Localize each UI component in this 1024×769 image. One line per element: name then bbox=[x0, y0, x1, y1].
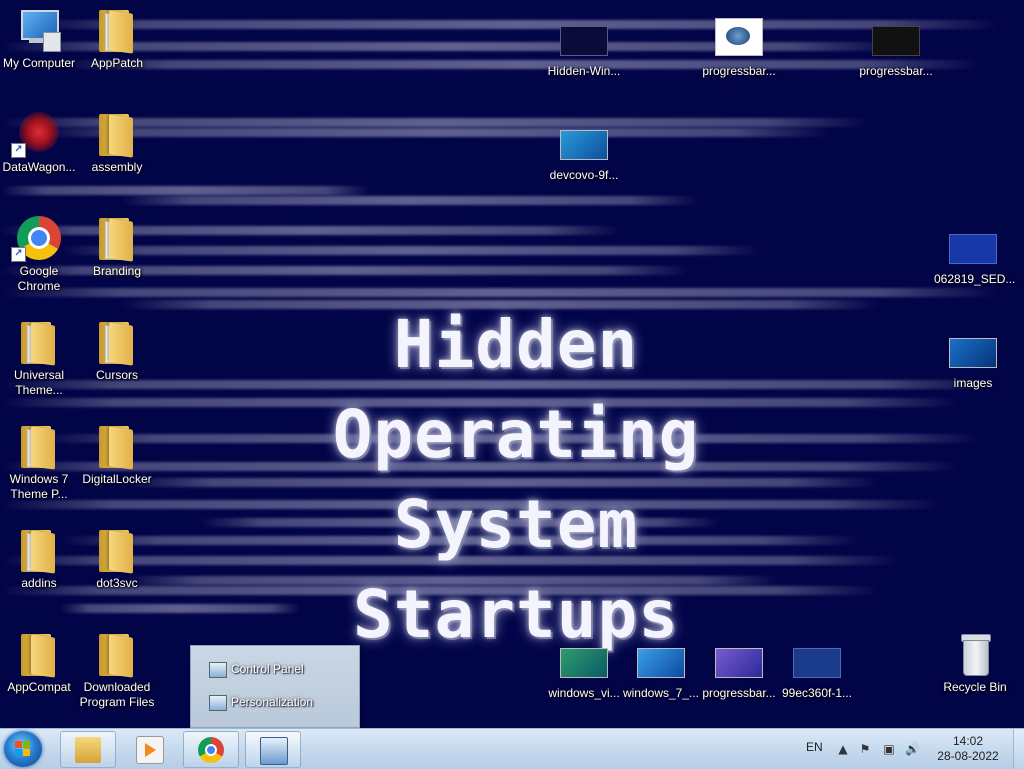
desktop-icon-progressbar-2[interactable]: progressbar... bbox=[857, 14, 935, 79]
taskbar-control-panel-button[interactable] bbox=[245, 731, 301, 768]
image-thumbnail-icon bbox=[949, 326, 997, 374]
image-thumbnail-icon bbox=[715, 636, 763, 684]
wallpaper-title-line1: Hidden Operating bbox=[332, 306, 700, 473]
desktop-icon-windows-7[interactable]: windows_7_... bbox=[622, 636, 700, 701]
computer-icon bbox=[15, 6, 63, 54]
control-panel-icon bbox=[209, 662, 227, 678]
desktop-icon-windows-7-theme[interactable]: Windows 7 Theme P... bbox=[0, 422, 78, 502]
desktop-icon-progressbar-1[interactable]: progressbar... bbox=[700, 14, 778, 79]
folder-icon bbox=[93, 422, 141, 470]
desktop-icon-digitallocker[interactable]: DigitalLocker bbox=[78, 422, 156, 487]
folder-icon bbox=[15, 630, 63, 678]
desktop: Hidden Operating System Startups My Comp… bbox=[0, 0, 1024, 728]
folder-icon bbox=[93, 6, 141, 54]
wallpaper-streak bbox=[60, 60, 980, 69]
personalization-icon bbox=[209, 695, 227, 711]
folder-icon bbox=[15, 422, 63, 470]
wallpaper-title: Hidden Operating System Startups bbox=[226, 300, 806, 660]
shortcut-arrow-icon: ↗ bbox=[11, 247, 26, 262]
folder-icon bbox=[93, 526, 141, 574]
system-clock[interactable]: 14:02 28-08-2022 bbox=[925, 734, 1011, 764]
folder-icon bbox=[15, 318, 63, 366]
desktop-icon-universal-theme[interactable]: Universal Theme... bbox=[0, 318, 78, 398]
taskbar: EN ▲ ⚑ ▣ 🔊 14:02 28-08-2022 bbox=[0, 728, 1024, 769]
desktop-icon-assembly[interactable]: assembly bbox=[78, 110, 156, 175]
chrome-icon: ↗ bbox=[11, 214, 63, 262]
wallpaper-streak bbox=[0, 186, 370, 195]
image-thumbnail-icon bbox=[715, 14, 763, 62]
popup-item-control-panel[interactable]: Control Panel bbox=[201, 660, 351, 680]
shortcut-arrow-icon: ↗ bbox=[11, 143, 26, 158]
image-thumbnail-icon bbox=[949, 222, 997, 270]
recycle-bin-icon bbox=[951, 630, 999, 678]
desktop-icon-google-chrome[interactable]: ↗ Google Chrome bbox=[0, 214, 78, 294]
folder-icon bbox=[93, 110, 141, 158]
image-thumbnail-icon bbox=[872, 14, 920, 62]
folder-icon bbox=[93, 214, 141, 262]
desktop-icon-branding[interactable]: Branding bbox=[78, 214, 156, 279]
image-thumbnail-icon bbox=[793, 636, 841, 684]
wallpaper-streak bbox=[30, 20, 1000, 29]
clock-date: 28-08-2022 bbox=[937, 749, 999, 763]
taskbar-media-player-button[interactable] bbox=[122, 731, 176, 766]
desktop-icon-progressbar-3[interactable]: progressbar... bbox=[700, 636, 778, 701]
desktop-icon-99ec360f[interactable]: 99ec360f-1... bbox=[778, 636, 856, 701]
wallpaper-title-line2: System Startups bbox=[353, 486, 679, 653]
network-icon[interactable]: ▣ bbox=[882, 742, 896, 756]
image-thumbnail-icon bbox=[560, 636, 608, 684]
folder-icon bbox=[93, 630, 141, 678]
desktop-icon-recycle-bin[interactable]: Recycle Bin bbox=[936, 630, 1014, 695]
windows-logo-icon bbox=[15, 741, 31, 757]
image-thumbnail-icon bbox=[637, 636, 685, 684]
image-thumbnail-icon bbox=[560, 14, 608, 62]
taskbar-chrome-button[interactable] bbox=[183, 731, 239, 768]
desktop-icon-062819-sed[interactable]: 062819_SED... bbox=[934, 222, 1015, 287]
chrome-icon bbox=[198, 737, 224, 763]
taskbar-jump-popup: Control Panel Personalization bbox=[190, 645, 360, 728]
language-indicator[interactable]: EN bbox=[806, 740, 823, 754]
desktop-icon-devcovo[interactable]: devcovo-9f... bbox=[545, 118, 623, 183]
wallpaper-streak bbox=[40, 128, 830, 137]
media-player-icon bbox=[136, 736, 164, 764]
taskbar-explorer-button[interactable] bbox=[60, 731, 116, 768]
desktop-icon-dot3svc[interactable]: dot3svc bbox=[78, 526, 156, 591]
start-button[interactable] bbox=[4, 731, 42, 767]
show-desktop-button[interactable] bbox=[1013, 729, 1024, 769]
desktop-icon-apppatch[interactable]: AppPatch bbox=[78, 6, 156, 71]
desktop-icon-windows-vi[interactable]: windows_vi... bbox=[545, 636, 623, 701]
wallpaper-streak bbox=[120, 196, 700, 205]
wallpaper-streak bbox=[60, 246, 760, 255]
popup-item-personalization[interactable]: Personalization bbox=[201, 693, 351, 713]
folder-icon bbox=[75, 737, 101, 763]
desktop-icon-my-computer[interactable]: My Computer bbox=[0, 6, 78, 71]
folder-icon bbox=[93, 318, 141, 366]
control-panel-icon bbox=[260, 737, 288, 765]
desktop-icon-appcompat[interactable]: AppCompat bbox=[0, 630, 78, 695]
desktop-icon-images[interactable]: images bbox=[934, 326, 1012, 391]
clock-time: 14:02 bbox=[952, 734, 984, 748]
desktop-icon-downloaded-program-files[interactable]: Downloaded Program Files bbox=[78, 630, 156, 710]
desktop-icon-datawagon[interactable]: ↗ DataWagon... bbox=[0, 110, 78, 175]
folder-icon bbox=[15, 526, 63, 574]
action-center-icon[interactable]: ⚑ bbox=[858, 742, 872, 756]
desktop-icon-hidden-win[interactable]: Hidden-Win... bbox=[545, 14, 623, 79]
image-thumbnail-icon bbox=[560, 118, 608, 166]
desktop-icon-cursors[interactable]: Cursors bbox=[78, 318, 156, 383]
show-hidden-icons-icon[interactable]: ▲ bbox=[836, 742, 850, 756]
desktop-icon-addins[interactable]: addins bbox=[0, 526, 78, 591]
datawagon-icon: ↗ bbox=[11, 110, 63, 158]
wallpaper-streak bbox=[0, 288, 1000, 297]
volume-icon[interactable]: 🔊 bbox=[905, 742, 920, 756]
